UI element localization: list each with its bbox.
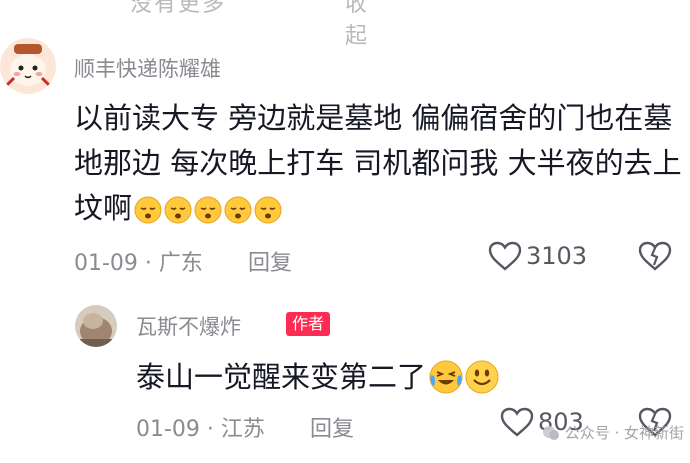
sleepy-face-emoji: [164, 196, 192, 224]
avatar[interactable]: [0, 38, 56, 94]
broken-heart-icon: [638, 241, 672, 271]
watermark: 公众号 · 女神新街: [541, 422, 684, 443]
emoji-row: [134, 196, 284, 224]
comment-username[interactable]: 瓦斯不爆炸: [136, 311, 241, 341]
wechat-icon: [542, 425, 559, 440]
comment-date: 01-09: [136, 417, 200, 442]
comment-location: 广东: [158, 251, 203, 276]
reply-button[interactable]: 回复: [310, 417, 354, 442]
heart-icon: [500, 407, 534, 437]
avatar-character-image: [0, 38, 56, 94]
comment-date: 01-09: [74, 251, 138, 276]
comment-meta: 01-09 · 江苏 回复: [136, 417, 354, 442]
heart-icon: [488, 241, 522, 271]
cut-off-top-row: 没有更多 收起: [130, 0, 367, 49]
reply-button[interactable]: 回复: [248, 251, 292, 276]
comment-text: 泰山一觉醒来变第二了: [136, 357, 500, 397]
avatar[interactable]: [75, 305, 117, 347]
collapse-link[interactable]: 收起: [345, 0, 369, 50]
author-badge: 作者: [286, 312, 331, 336]
sleepy-face-emoji: [134, 196, 162, 224]
like-button[interactable]: 3103: [488, 241, 587, 271]
collapsed-more-text: 没有更多: [130, 0, 227, 17]
avatar-photo-image: [75, 305, 117, 347]
comment-meta: 01-09 · 广东 回复: [74, 251, 292, 276]
sleepy-face-emoji: [194, 196, 222, 224]
crying-laughing-emoji: [429, 360, 463, 394]
watermark-text: 公众号 · 女神新街: [564, 424, 684, 442]
emoji-row: [428, 359, 500, 395]
sleepy-face-emoji: [254, 196, 282, 224]
comment-username[interactable]: 顺丰快递陈耀雄: [74, 53, 221, 83]
comment-body-text: 泰山一觉醒来变第二了: [136, 360, 427, 394]
grinning-face-emoji: [465, 360, 499, 394]
like-count: 3103: [526, 242, 588, 270]
sleepy-face-emoji: [224, 196, 252, 224]
dislike-button[interactable]: [638, 241, 672, 275]
comment-text: 以前读大专 旁边就是墓地 偏偏宿舍的门也在墓地那边 每次晚上打车 司机都问我 大…: [74, 96, 684, 231]
comment-location: 江苏: [220, 417, 265, 442]
